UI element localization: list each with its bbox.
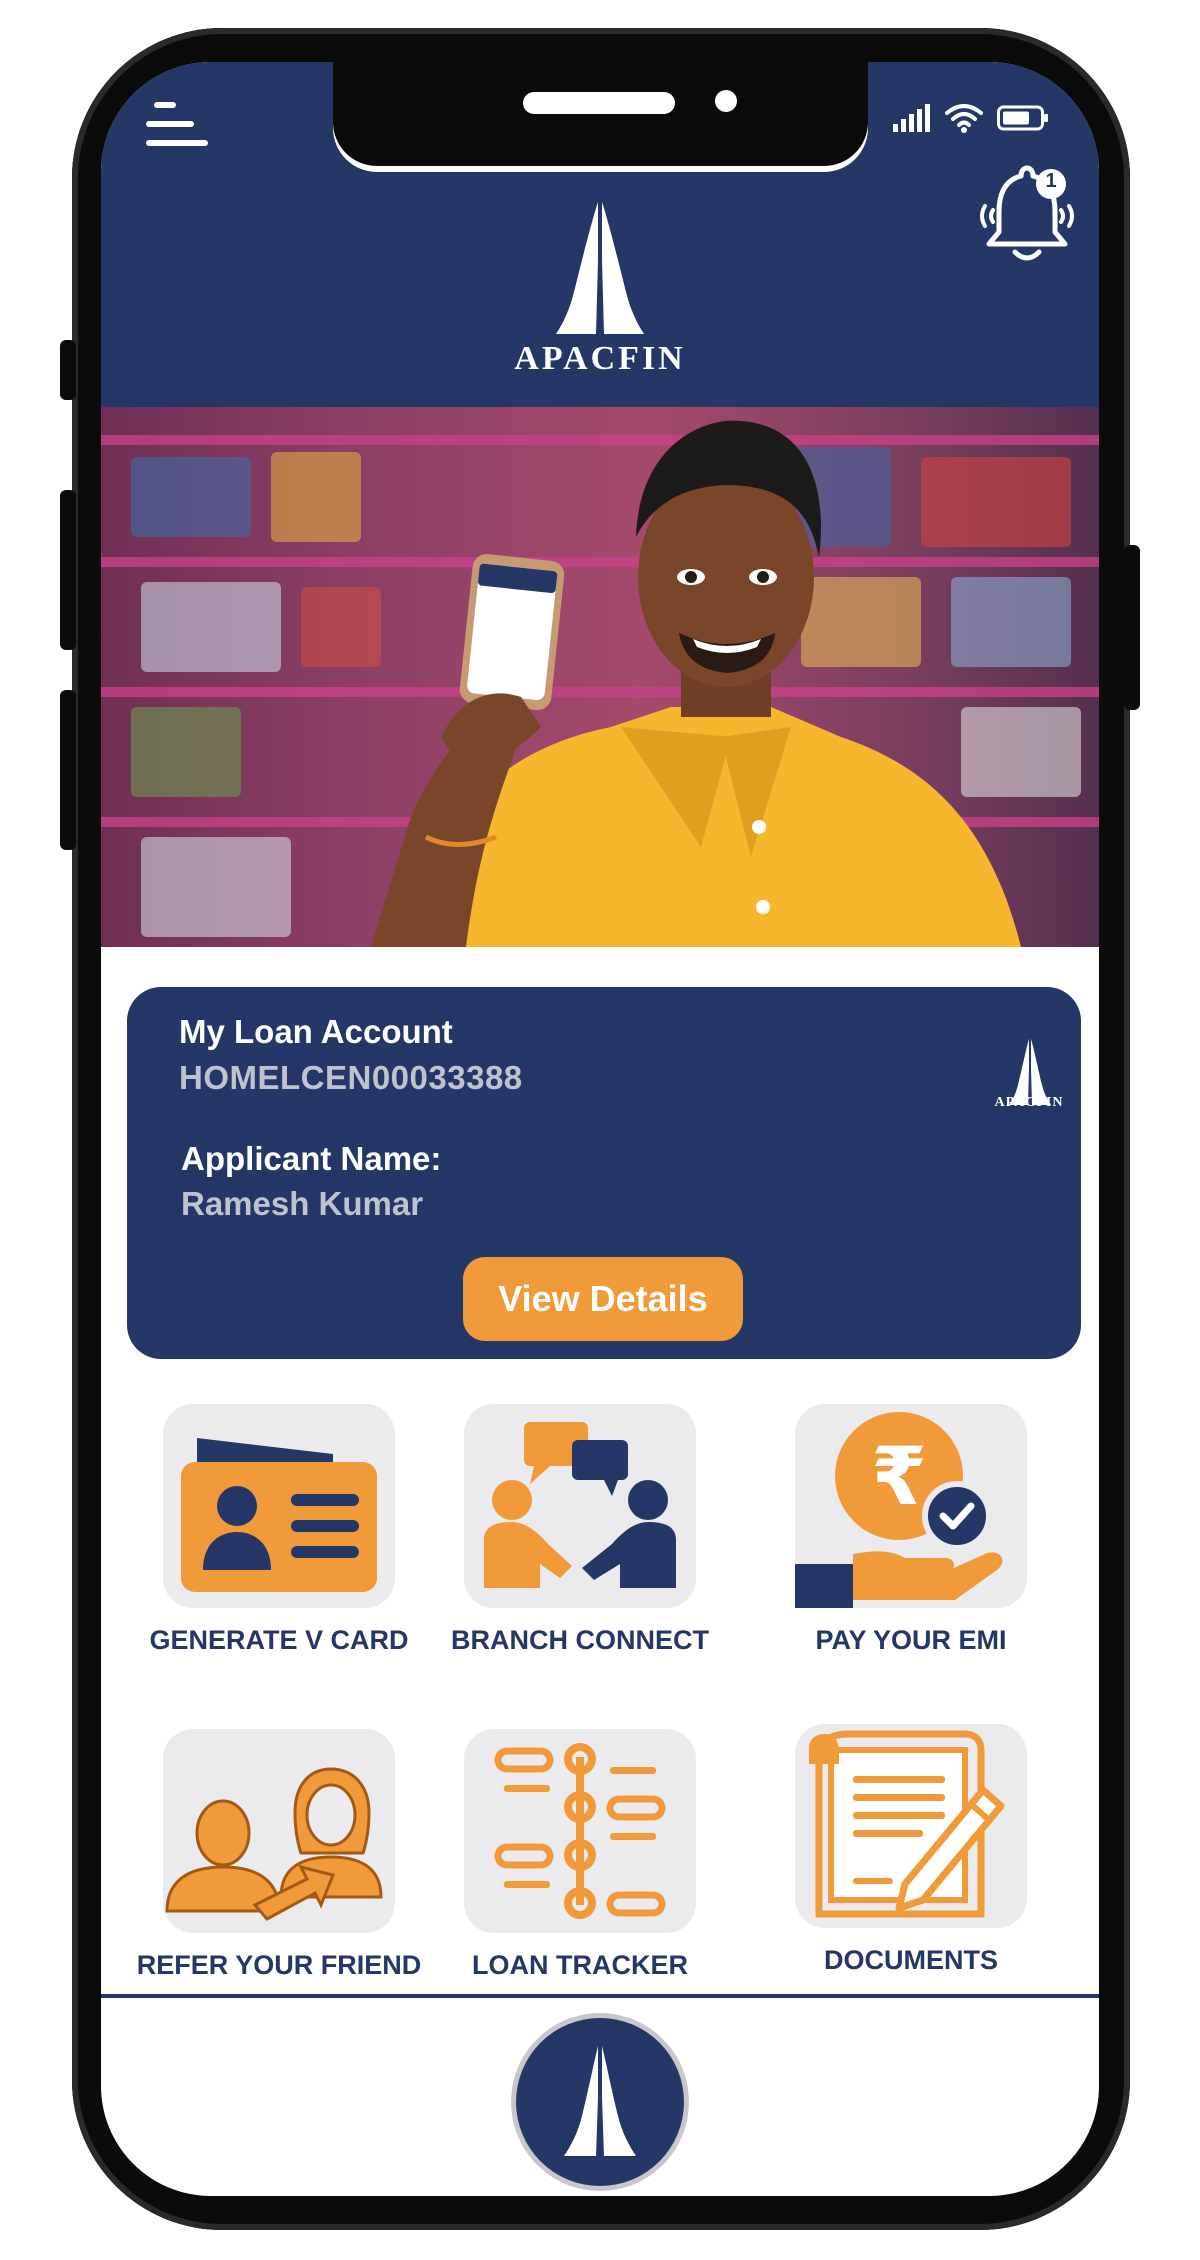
signal-icon xyxy=(893,104,930,132)
documents-label[interactable]: DOCUMENTS xyxy=(746,1945,1076,1976)
id-card-icon xyxy=(181,1438,377,1592)
notification-count-badge: 1 xyxy=(1045,170,1057,192)
praying-hands-logo-icon xyxy=(556,202,644,334)
speaker-grille xyxy=(523,92,675,114)
applicant-name-value: Ramesh Kumar xyxy=(181,1185,424,1222)
hamburger-menu-icon[interactable] xyxy=(146,98,208,150)
applicant-name-label: Applicant Name: xyxy=(181,1140,442,1177)
wifi-icon xyxy=(945,104,983,133)
phone-volume-up xyxy=(60,490,76,650)
loan-account-number: HOMELCEN00033388 xyxy=(179,1059,523,1096)
loan-account-label: My Loan Account xyxy=(179,1013,453,1050)
notification-bell-icon[interactable]: 1 xyxy=(975,160,1079,272)
pay-your-emi-label[interactable]: PAY YOUR EMI xyxy=(746,1625,1076,1656)
phone-notch xyxy=(333,62,868,166)
rupee-payment-icon: ₹ xyxy=(795,1412,1003,1608)
loan-tracker-icon xyxy=(494,1743,666,1919)
apacfin-logo: APACFIN xyxy=(500,200,700,377)
bottom-divider xyxy=(101,1994,1099,1998)
loan-account-card: My Loan Account HOMELCEN00033388 Applica… xyxy=(127,987,1081,1359)
app-header: 1 APACFIN xyxy=(101,62,1099,407)
refer-friend-icon xyxy=(165,1767,383,1921)
app-screen: 1 APACFIN My Loan Account HOMELCEN000333… xyxy=(101,62,1099,2196)
loan-tracker-tile[interactable] xyxy=(464,1729,696,1933)
front-camera xyxy=(715,90,737,112)
brand-name: APACFIN xyxy=(514,340,686,377)
hero-banner-image xyxy=(101,407,1099,947)
status-bar xyxy=(893,100,1049,136)
phone-power-button xyxy=(1124,545,1140,710)
branch-connect-label[interactable]: BRANCH CONNECT xyxy=(415,1625,745,1656)
branch-connect-icon xyxy=(484,1422,676,1588)
battery-icon xyxy=(997,105,1048,131)
branch-connect-tile[interactable] xyxy=(464,1404,696,1608)
refer-your-friend-tile[interactable] xyxy=(163,1729,395,1933)
generate-v-card-label[interactable]: GENERATE V CARD xyxy=(114,1625,444,1656)
documents-tile[interactable] xyxy=(795,1724,1027,1928)
generate-v-card-tile[interactable] xyxy=(163,1404,395,1608)
praying-hands-home-icon xyxy=(564,2046,636,2156)
phone-volume-down xyxy=(60,690,76,850)
phone-side-button xyxy=(60,340,76,400)
pay-your-emi-tile[interactable]: ₹ xyxy=(795,1404,1027,1608)
customer-photo xyxy=(371,420,1021,947)
loan-tracker-label[interactable]: LOAN TRACKER xyxy=(415,1950,745,1981)
svg-text:₹: ₹ xyxy=(871,1430,927,1523)
view-details-button[interactable]: View Details xyxy=(463,1257,743,1341)
documents-icon xyxy=(809,1730,1005,1918)
home-button[interactable] xyxy=(516,2018,684,2186)
refer-your-friend-label[interactable]: REFER YOUR FRIEND xyxy=(114,1950,444,1981)
card-brand-name: APACFIN xyxy=(994,1095,1064,1110)
